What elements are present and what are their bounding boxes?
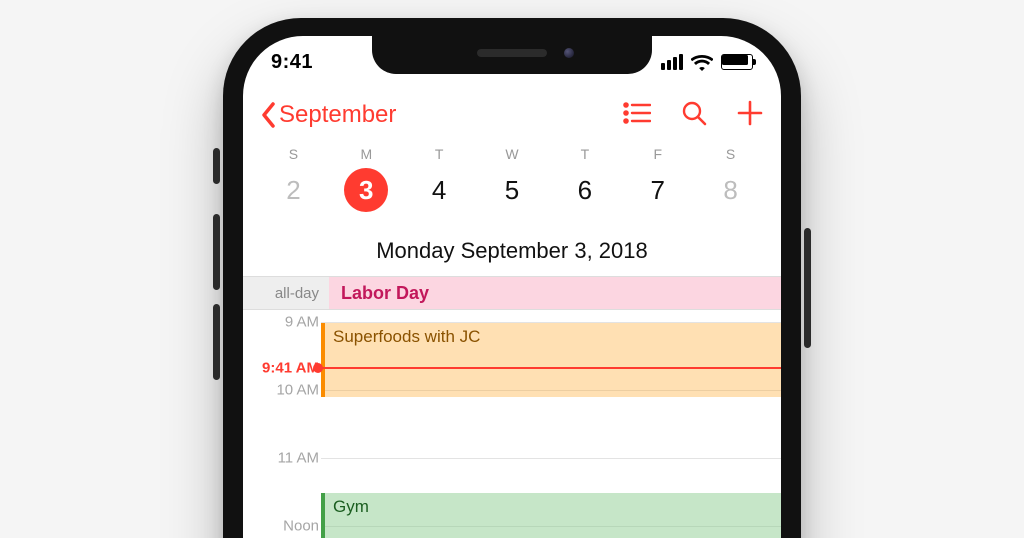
back-label: September (279, 101, 396, 129)
day-cell-selected[interactable]: 3 (330, 168, 403, 212)
notch (372, 36, 652, 74)
plus-icon (737, 100, 763, 126)
hour-label: 11 AM (243, 450, 329, 467)
all-day-label: all-day (243, 277, 329, 309)
weekday-label: F (621, 146, 694, 162)
volume-up-button (213, 214, 220, 290)
weekday-label: W (476, 146, 549, 162)
hour-label: Noon (243, 518, 329, 535)
status-time: 9:41 (271, 51, 313, 74)
wifi-icon (691, 54, 713, 70)
cell-signal-icon (661, 54, 683, 70)
all-day-event[interactable]: Labor Day (329, 277, 781, 309)
search-icon (681, 100, 707, 126)
timeline[interactable]: 9 AM 10 AM 11 AM Noon Superfoods with JC… (243, 308, 781, 538)
selected-date-label: Monday September 3, 2018 (243, 238, 781, 264)
day-number: 3 (344, 168, 388, 212)
list-view-button[interactable] (623, 102, 651, 129)
chevron-left-icon (261, 102, 277, 128)
volume-down-button (213, 304, 220, 380)
current-time-line (321, 367, 781, 369)
day-cell[interactable]: 4 (403, 168, 476, 212)
hour-label: 10 AM (243, 382, 329, 399)
screen: 9:41 September (243, 36, 781, 538)
calendar-event[interactable]: Superfoods with JC (321, 323, 781, 397)
weekday-label: M (330, 146, 403, 162)
event-lane: Superfoods with JC Gym (321, 308, 781, 538)
day-row: 2 3 4 5 6 7 8 (257, 168, 767, 212)
battery-icon (721, 54, 753, 70)
weekday-header: S M T W T F S (257, 146, 767, 162)
stage: 9:41 September (0, 0, 1024, 538)
day-cell[interactable]: 2 (257, 168, 330, 212)
weekday-label: S (257, 146, 330, 162)
day-cell[interactable]: 8 (694, 168, 767, 212)
back-button[interactable]: September (261, 101, 396, 129)
all-day-row: all-day Labor Day (243, 276, 781, 310)
weekday-label: T (548, 146, 621, 162)
search-button[interactable] (681, 100, 707, 131)
phone-frame: 9:41 September (223, 18, 801, 538)
list-icon (623, 102, 651, 124)
add-event-button[interactable] (737, 100, 763, 131)
navigation-bar: September (243, 90, 781, 140)
mute-switch (213, 148, 220, 184)
weekday-label: T (403, 146, 476, 162)
calendar-event[interactable]: Gym (321, 493, 781, 538)
week-strip: S M T W T F S 2 3 4 5 6 7 8 (243, 146, 781, 212)
day-cell[interactable]: 6 (548, 168, 621, 212)
weekday-label: S (694, 146, 767, 162)
day-cell[interactable]: 5 (476, 168, 549, 212)
hour-label: 9 AM (243, 314, 329, 331)
day-cell[interactable]: 7 (621, 168, 694, 212)
side-button (804, 228, 811, 348)
